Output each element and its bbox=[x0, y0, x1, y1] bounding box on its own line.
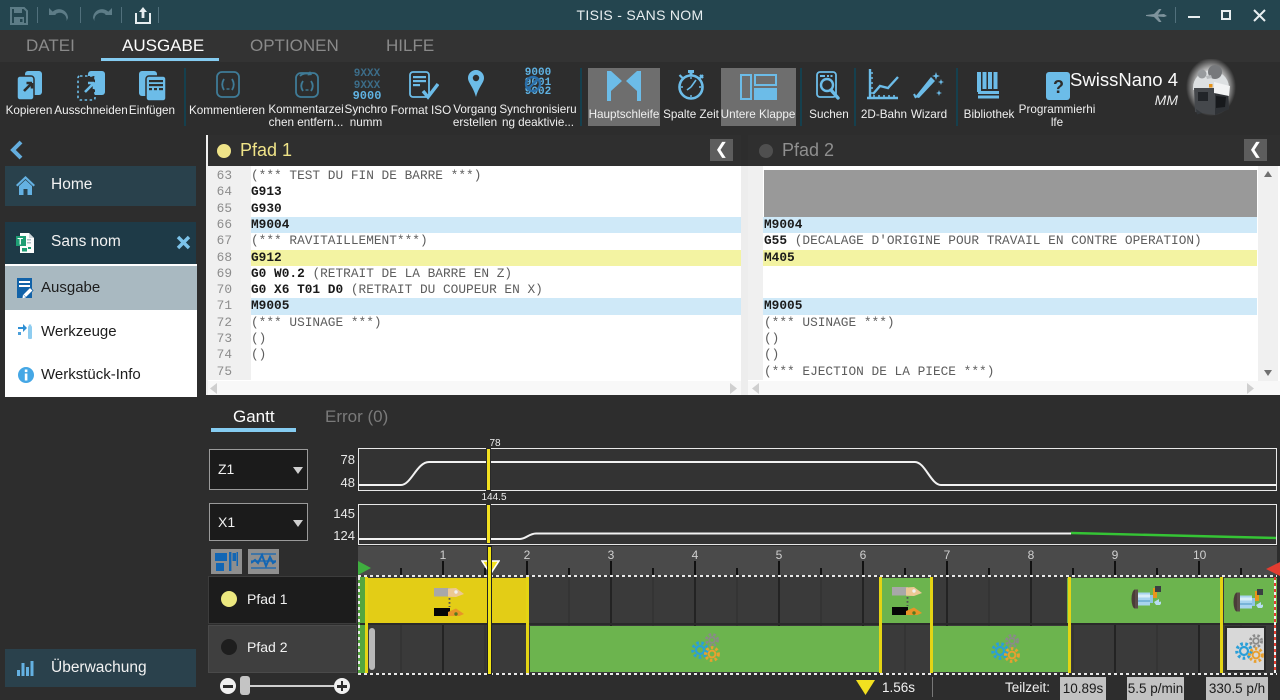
svg-text:T: T bbox=[18, 237, 24, 247]
